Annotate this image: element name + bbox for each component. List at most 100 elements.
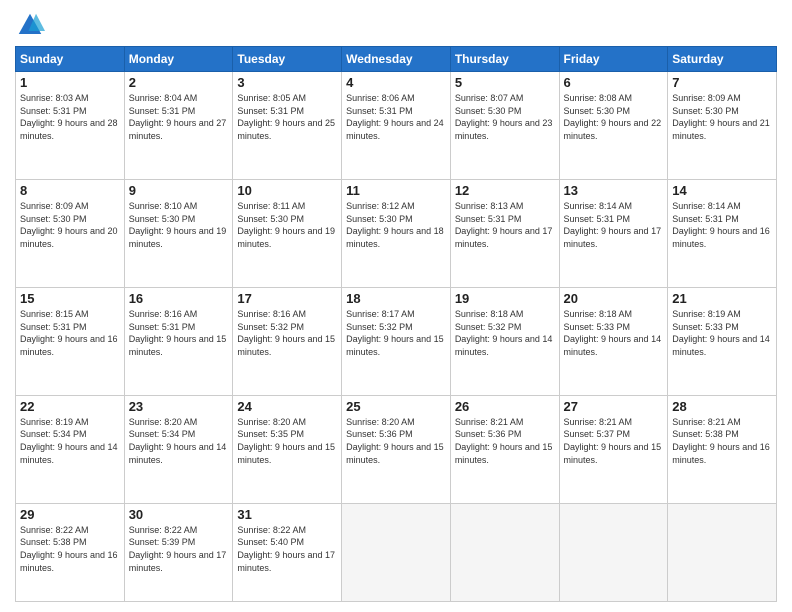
day-info: Sunrise: 8:21 AMSunset: 5:37 PMDaylight:…: [564, 416, 664, 466]
day-info: Sunrise: 8:14 AMSunset: 5:31 PMDaylight:…: [564, 200, 664, 250]
calendar-cell: 9 Sunrise: 8:10 AMSunset: 5:30 PMDayligh…: [124, 179, 233, 287]
day-info: Sunrise: 8:03 AMSunset: 5:31 PMDaylight:…: [20, 92, 120, 142]
day-info: Sunrise: 8:07 AMSunset: 5:30 PMDaylight:…: [455, 92, 555, 142]
calendar-cell: 24 Sunrise: 8:20 AMSunset: 5:35 PMDaylig…: [233, 395, 342, 503]
day-number: 23: [129, 399, 229, 414]
day-number: 27: [564, 399, 664, 414]
calendar-cell: 11 Sunrise: 8:12 AMSunset: 5:30 PMDaylig…: [342, 179, 451, 287]
day-info: Sunrise: 8:15 AMSunset: 5:31 PMDaylight:…: [20, 308, 120, 358]
day-info: Sunrise: 8:04 AMSunset: 5:31 PMDaylight:…: [129, 92, 229, 142]
day-info: Sunrise: 8:22 AMSunset: 5:40 PMDaylight:…: [237, 524, 337, 574]
calendar-cell: 20 Sunrise: 8:18 AMSunset: 5:33 PMDaylig…: [559, 287, 668, 395]
calendar-cell: [559, 503, 668, 601]
day-number: 1: [20, 75, 120, 90]
day-info: Sunrise: 8:21 AMSunset: 5:38 PMDaylight:…: [672, 416, 772, 466]
day-number: 14: [672, 183, 772, 198]
calendar: SundayMondayTuesdayWednesdayThursdayFrid…: [15, 46, 777, 602]
day-number: 13: [564, 183, 664, 198]
day-info: Sunrise: 8:19 AMSunset: 5:33 PMDaylight:…: [672, 308, 772, 358]
day-number: 25: [346, 399, 446, 414]
day-number: 18: [346, 291, 446, 306]
day-number: 30: [129, 507, 229, 522]
day-header-friday: Friday: [559, 47, 668, 72]
day-number: 5: [455, 75, 555, 90]
calendar-cell: 31 Sunrise: 8:22 AMSunset: 5:40 PMDaylig…: [233, 503, 342, 601]
calendar-row: 1 Sunrise: 8:03 AMSunset: 5:31 PMDayligh…: [16, 72, 777, 180]
calendar-cell: 8 Sunrise: 8:09 AMSunset: 5:30 PMDayligh…: [16, 179, 125, 287]
day-info: Sunrise: 8:13 AMSunset: 5:31 PMDaylight:…: [455, 200, 555, 250]
day-info: Sunrise: 8:21 AMSunset: 5:36 PMDaylight:…: [455, 416, 555, 466]
day-number: 24: [237, 399, 337, 414]
calendar-cell: 22 Sunrise: 8:19 AMSunset: 5:34 PMDaylig…: [16, 395, 125, 503]
day-info: Sunrise: 8:19 AMSunset: 5:34 PMDaylight:…: [20, 416, 120, 466]
day-number: 4: [346, 75, 446, 90]
day-number: 29: [20, 507, 120, 522]
day-number: 26: [455, 399, 555, 414]
calendar-cell: 1 Sunrise: 8:03 AMSunset: 5:31 PMDayligh…: [16, 72, 125, 180]
day-number: 11: [346, 183, 446, 198]
day-info: Sunrise: 8:20 AMSunset: 5:34 PMDaylight:…: [129, 416, 229, 466]
calendar-cell: 12 Sunrise: 8:13 AMSunset: 5:31 PMDaylig…: [450, 179, 559, 287]
calendar-cell: 3 Sunrise: 8:05 AMSunset: 5:31 PMDayligh…: [233, 72, 342, 180]
logo: [15, 10, 49, 40]
day-number: 28: [672, 399, 772, 414]
calendar-cell: [450, 503, 559, 601]
day-header-saturday: Saturday: [668, 47, 777, 72]
calendar-body: 1 Sunrise: 8:03 AMSunset: 5:31 PMDayligh…: [16, 72, 777, 602]
day-number: 19: [455, 291, 555, 306]
day-header-monday: Monday: [124, 47, 233, 72]
calendar-cell: 14 Sunrise: 8:14 AMSunset: 5:31 PMDaylig…: [668, 179, 777, 287]
day-number: 3: [237, 75, 337, 90]
day-info: Sunrise: 8:20 AMSunset: 5:35 PMDaylight:…: [237, 416, 337, 466]
calendar-cell: 15 Sunrise: 8:15 AMSunset: 5:31 PMDaylig…: [16, 287, 125, 395]
day-number: 22: [20, 399, 120, 414]
day-info: Sunrise: 8:22 AMSunset: 5:39 PMDaylight:…: [129, 524, 229, 574]
calendar-cell: 7 Sunrise: 8:09 AMSunset: 5:30 PMDayligh…: [668, 72, 777, 180]
day-info: Sunrise: 8:14 AMSunset: 5:31 PMDaylight:…: [672, 200, 772, 250]
calendar-cell: 4 Sunrise: 8:06 AMSunset: 5:31 PMDayligh…: [342, 72, 451, 180]
calendar-cell: 10 Sunrise: 8:11 AMSunset: 5:30 PMDaylig…: [233, 179, 342, 287]
page: SundayMondayTuesdayWednesdayThursdayFrid…: [0, 0, 792, 612]
day-header-wednesday: Wednesday: [342, 47, 451, 72]
calendar-cell: 16 Sunrise: 8:16 AMSunset: 5:31 PMDaylig…: [124, 287, 233, 395]
calendar-header: SundayMondayTuesdayWednesdayThursdayFrid…: [16, 47, 777, 72]
calendar-cell: 25 Sunrise: 8:20 AMSunset: 5:36 PMDaylig…: [342, 395, 451, 503]
day-info: Sunrise: 8:08 AMSunset: 5:30 PMDaylight:…: [564, 92, 664, 142]
day-header-sunday: Sunday: [16, 47, 125, 72]
day-number: 7: [672, 75, 772, 90]
day-info: Sunrise: 8:17 AMSunset: 5:32 PMDaylight:…: [346, 308, 446, 358]
header: [15, 10, 777, 40]
day-number: 2: [129, 75, 229, 90]
calendar-row: 29 Sunrise: 8:22 AMSunset: 5:38 PMDaylig…: [16, 503, 777, 601]
calendar-cell: 18 Sunrise: 8:17 AMSunset: 5:32 PMDaylig…: [342, 287, 451, 395]
day-number: 21: [672, 291, 772, 306]
day-number: 12: [455, 183, 555, 198]
calendar-cell: 17 Sunrise: 8:16 AMSunset: 5:32 PMDaylig…: [233, 287, 342, 395]
calendar-cell: 30 Sunrise: 8:22 AMSunset: 5:39 PMDaylig…: [124, 503, 233, 601]
calendar-cell: 28 Sunrise: 8:21 AMSunset: 5:38 PMDaylig…: [668, 395, 777, 503]
day-number: 31: [237, 507, 337, 522]
day-number: 9: [129, 183, 229, 198]
calendar-cell: 23 Sunrise: 8:20 AMSunset: 5:34 PMDaylig…: [124, 395, 233, 503]
calendar-cell: 29 Sunrise: 8:22 AMSunset: 5:38 PMDaylig…: [16, 503, 125, 601]
day-info: Sunrise: 8:05 AMSunset: 5:31 PMDaylight:…: [237, 92, 337, 142]
day-info: Sunrise: 8:11 AMSunset: 5:30 PMDaylight:…: [237, 200, 337, 250]
day-info: Sunrise: 8:09 AMSunset: 5:30 PMDaylight:…: [672, 92, 772, 142]
day-info: Sunrise: 8:10 AMSunset: 5:30 PMDaylight:…: [129, 200, 229, 250]
logo-icon: [15, 10, 45, 40]
day-info: Sunrise: 8:20 AMSunset: 5:36 PMDaylight:…: [346, 416, 446, 466]
day-info: Sunrise: 8:06 AMSunset: 5:31 PMDaylight:…: [346, 92, 446, 142]
day-header-tuesday: Tuesday: [233, 47, 342, 72]
calendar-cell: 5 Sunrise: 8:07 AMSunset: 5:30 PMDayligh…: [450, 72, 559, 180]
day-info: Sunrise: 8:22 AMSunset: 5:38 PMDaylight:…: [20, 524, 120, 574]
calendar-cell: 13 Sunrise: 8:14 AMSunset: 5:31 PMDaylig…: [559, 179, 668, 287]
day-info: Sunrise: 8:12 AMSunset: 5:30 PMDaylight:…: [346, 200, 446, 250]
day-header-row: SundayMondayTuesdayWednesdayThursdayFrid…: [16, 47, 777, 72]
calendar-cell: 6 Sunrise: 8:08 AMSunset: 5:30 PMDayligh…: [559, 72, 668, 180]
calendar-cell: 2 Sunrise: 8:04 AMSunset: 5:31 PMDayligh…: [124, 72, 233, 180]
calendar-cell: [342, 503, 451, 601]
calendar-cell: [668, 503, 777, 601]
calendar-cell: 19 Sunrise: 8:18 AMSunset: 5:32 PMDaylig…: [450, 287, 559, 395]
day-number: 6: [564, 75, 664, 90]
day-header-thursday: Thursday: [450, 47, 559, 72]
